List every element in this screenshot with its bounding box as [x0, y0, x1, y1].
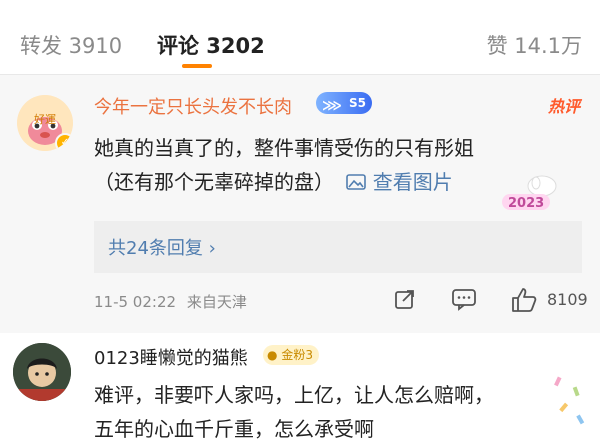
comment-text-line1: 她真的当真了的，整件事情受伤的只有彤姐 — [94, 136, 474, 160]
fan-badge-label: 金粉3 — [281, 348, 313, 362]
comment-username[interactable]: 今年一定只长头发不长肉 — [94, 93, 292, 119]
view-image-link[interactable]: 查看图片 — [340, 170, 453, 194]
like-count: 8109 — [547, 290, 588, 309]
replies-link[interactable]: 共24条回复 › — [108, 234, 216, 260]
comment-text-line2: （还有那个无辜碎掉的盘） 查看图片 — [94, 166, 453, 195]
comment-meta: 11-5 02:22 来自天津 — [94, 291, 247, 312]
comment-item: 好運 ✓ 今年一定只长头发不长肉 ⋙ S5 热评 她真的当真了的，整件事情受伤的… — [0, 75, 600, 333]
verified-icon: ✓ — [55, 133, 73, 151]
comment-text-line2: 五年的心血千斤重，怎么承受啊 — [94, 417, 374, 441]
comment-username[interactable]: 0123睡懒觉的猫熊 — [94, 344, 248, 370]
fan-badge: ● 金粉3 — [263, 345, 319, 365]
comment-time: 11-5 02:22 — [94, 293, 177, 311]
vip-wing-icon: ⋙ — [322, 98, 342, 114]
active-tab-indicator — [182, 64, 212, 68]
like-icon[interactable] — [510, 287, 538, 313]
avatar[interactable]: 好運 ✓ — [17, 95, 73, 151]
replies-box[interactable]: 共24条回复 › — [94, 221, 582, 273]
tab-comment[interactable]: 评论 3202 — [157, 30, 265, 60]
avatar-label: 好運 — [34, 113, 56, 126]
sticker-image: 2023 — [502, 175, 557, 211]
view-image-label: 查看图片 — [372, 170, 453, 194]
confetti-decoration — [554, 376, 585, 425]
comment-tabs: 转发 3910 评论 3202 赞 14.1万 — [0, 0, 600, 75]
hot-comment-tag: 热评 — [547, 97, 580, 116]
vip-badge: ⋙ S5 — [316, 92, 372, 114]
vip-badge-label: S5 — [349, 96, 366, 110]
tab-like[interactable]: 赞 14.1万 — [487, 30, 582, 60]
avatar[interactable] — [13, 343, 71, 401]
comment-text-line1: 难评，非要吓人家吗，上亿，让人怎么赔啊， — [94, 383, 494, 407]
sticker-text: 2023 — [508, 196, 544, 211]
comment-location: 来自天津 — [186, 293, 247, 311]
avatar-image — [13, 343, 71, 401]
comment-icon[interactable] — [451, 287, 477, 311]
fan-badge-icon: ● — [267, 348, 278, 362]
image-icon — [346, 174, 367, 190]
share-icon[interactable] — [393, 287, 417, 311]
tab-repost[interactable]: 转发 3910 — [20, 30, 122, 60]
comment-text-line2-content: （还有那个无辜碎掉的盘） — [94, 170, 334, 194]
